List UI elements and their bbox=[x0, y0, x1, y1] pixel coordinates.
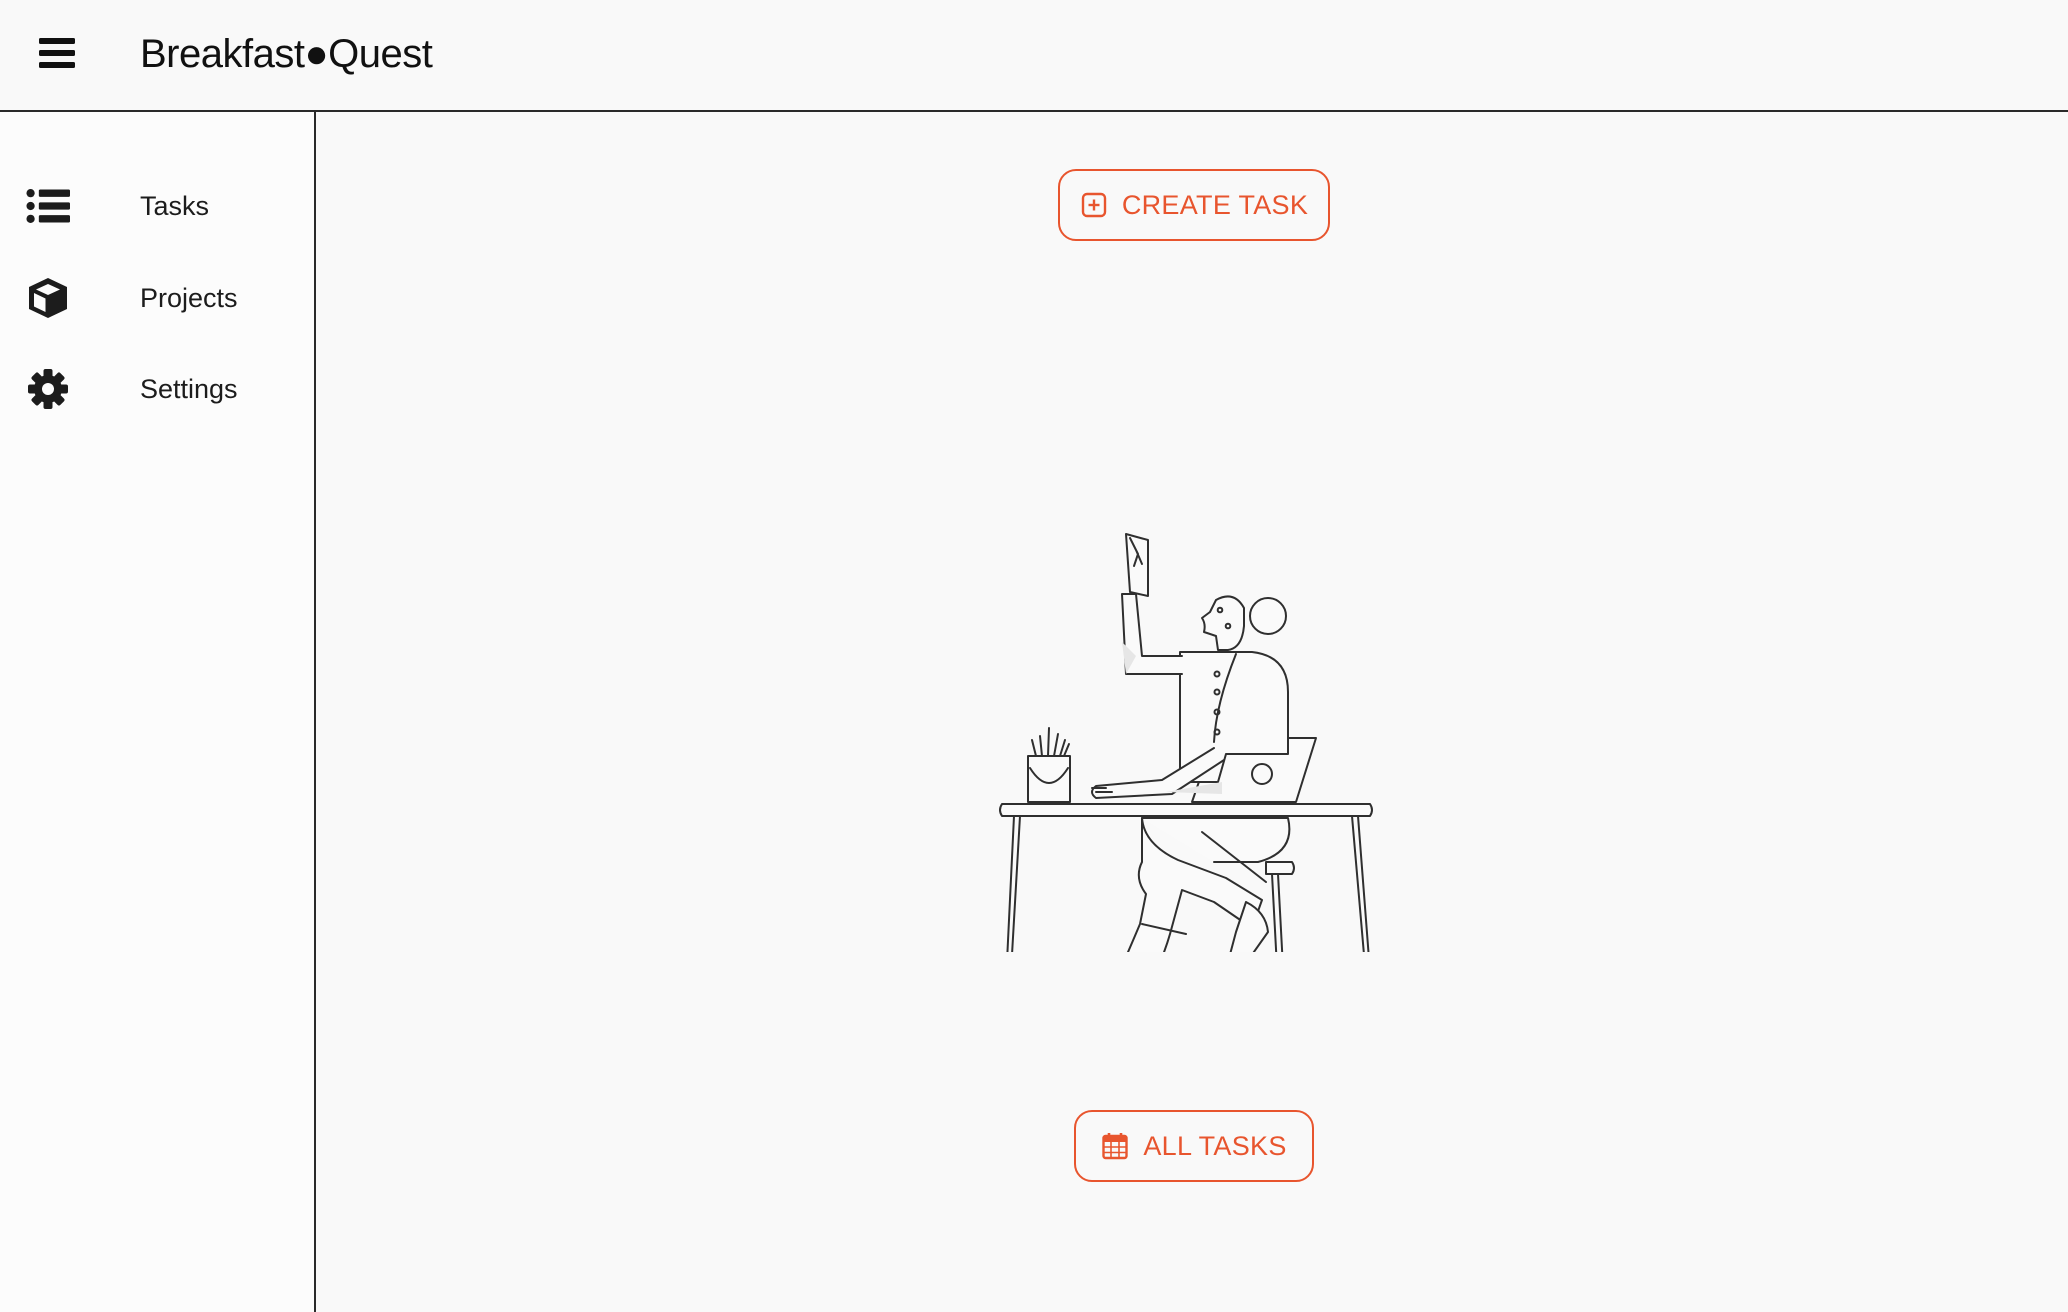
app-header: Breakfast●Quest bbox=[0, 0, 2068, 112]
person-working-at-desk-illustration bbox=[999, 533, 1373, 952]
all-tasks-label: ALL TASKS bbox=[1143, 1130, 1287, 1161]
main-content: CREATE TASK ALL TASKS bbox=[316, 112, 2068, 1312]
hamburger-menu-icon bbox=[39, 38, 75, 68]
app-title: Breakfast●Quest bbox=[140, 32, 433, 76]
gear-icon bbox=[26, 367, 70, 411]
sidebar-item-projects[interactable]: Projects bbox=[0, 262, 314, 334]
sidebar-item-label: Settings bbox=[140, 374, 238, 404]
cube-icon bbox=[26, 276, 70, 320]
create-task-button[interactable]: CREATE TASK bbox=[1058, 169, 1330, 241]
sidebar-item-label: Tasks bbox=[140, 191, 210, 221]
all-tasks-button[interactable]: ALL TASKS bbox=[1074, 1110, 1314, 1182]
calendar-icon bbox=[1101, 1132, 1129, 1160]
sidebar-item-label: Projects bbox=[140, 283, 238, 313]
list-icon bbox=[26, 184, 70, 228]
plus-square-icon bbox=[1080, 191, 1108, 219]
menu-button[interactable] bbox=[36, 32, 78, 74]
sidebar-item-settings[interactable]: Settings bbox=[0, 353, 314, 425]
create-task-label: CREATE TASK bbox=[1121, 189, 1309, 220]
sidebar-item-tasks[interactable]: Tasks bbox=[0, 170, 314, 242]
sidebar: Tasks Projects Settings bbox=[0, 112, 316, 1312]
